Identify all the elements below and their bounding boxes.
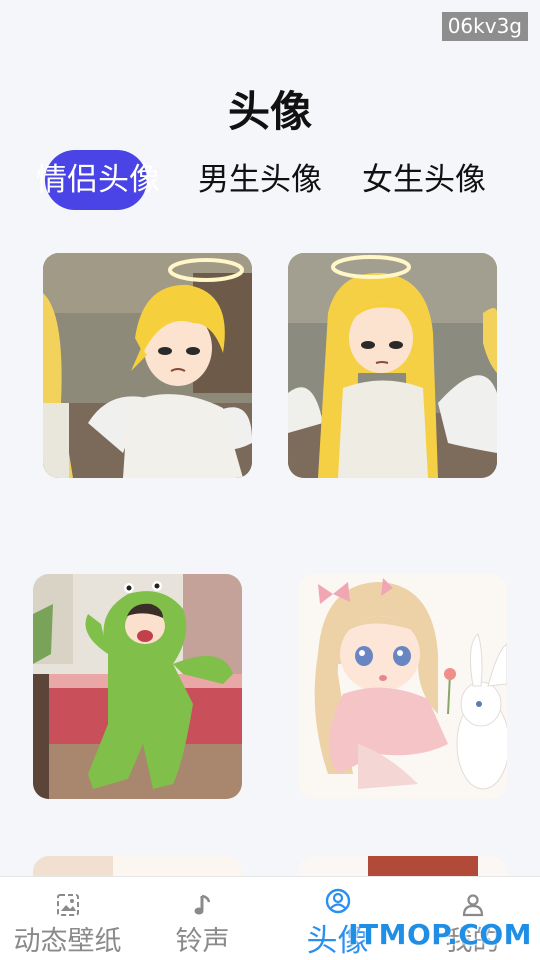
avatar-image [298,856,507,876]
avatar-card-partial[interactable] [298,856,507,876]
page-title: 头像 [227,87,312,136]
nav-label: 铃声 [175,926,230,957]
tab-couple-avatar[interactable]: 情侣头像 [36,150,160,210]
category-tabs: 情侣头像 男生头像 女生头像 [0,150,540,210]
avatar-card-dino-boy[interactable] [33,574,242,799]
watermark-tag: 06kv3g [441,12,528,41]
avatar-card-angel-girl[interactable] [288,253,497,478]
tab-label: 女生头像 [362,162,486,198]
avatar-image [288,253,497,478]
wallpaper-icon [56,894,79,916]
nav-label: 动态壁纸 [13,926,122,957]
site-watermark: ITMOP.COM [348,918,532,951]
person-icon [462,894,483,917]
avatar-card-girl-bunny[interactable] [298,574,507,799]
avatar-image [298,574,507,799]
tab-boy-avatar[interactable]: 男生头像 [198,150,322,210]
music-note-icon [194,894,210,915]
avatar-card-angel-boy[interactable] [43,253,252,478]
tab-girl-avatar[interactable]: 女生头像 [362,150,486,210]
tab-label: 情侣头像 [36,162,160,198]
avatar-image [43,253,252,478]
avatar-icon [325,888,350,914]
tab-label: 男生头像 [198,162,322,198]
avatar-image [33,574,242,799]
nav-item-live-wallpaper[interactable]: 动态壁纸 [0,877,135,960]
avatar-card-partial[interactable] [33,856,242,876]
avatar-image [33,856,242,876]
nav-item-ringtone[interactable]: 铃声 [135,877,270,960]
